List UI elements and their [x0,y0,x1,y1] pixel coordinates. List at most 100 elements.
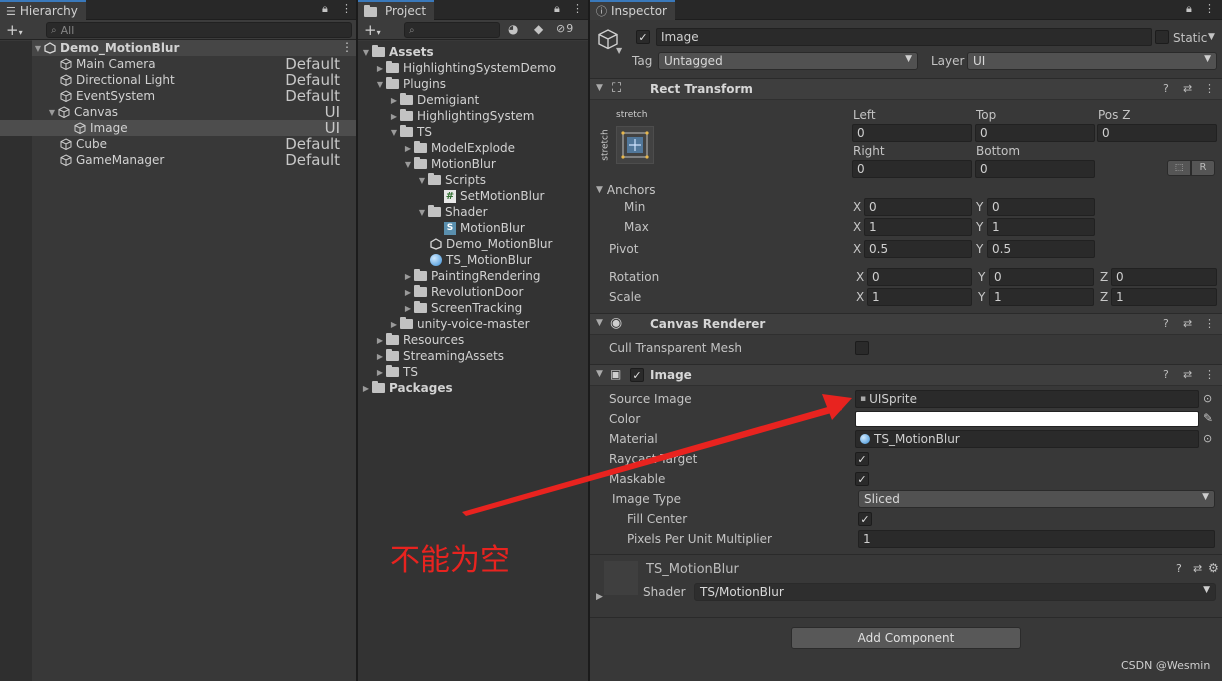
more-icon[interactable]: ⋮ [1204,2,1215,15]
help-icon[interactable]: ? [1163,82,1169,95]
context-menu-icon[interactable]: ⋮ [1204,82,1215,95]
rotation-x-field[interactable]: 0 [867,268,972,286]
raw-edit-button[interactable]: R [1191,160,1215,176]
collapse-icon[interactable]: ▶ [374,64,386,73]
anchor-min-y-field[interactable]: 0 [987,198,1095,216]
hierarchy-item-canvas[interactable]: ▼ Canvas [46,104,118,120]
anchor-presets-button[interactable] [616,126,654,164]
material-field[interactable]: TS_MotionBlur [855,430,1199,448]
right-field[interactable]: 0 [852,160,972,178]
scene-row[interactable]: ▼ Demo_MotionBlur [32,40,179,56]
tree-item-demo-motionblur-scene[interactable]: Demo_MotionBlur [430,236,552,252]
filter-type-icon[interactable]: ◕ [508,22,518,36]
label-icon[interactable]: ◆ [534,22,543,36]
tree-item-paintingrendering[interactable]: ▶ PaintingRendering [402,268,541,284]
foldout-icon[interactable]: ▼ [596,369,603,379]
cull-transparent-toggle[interactable] [855,341,869,355]
expand-icon[interactable]: ▼ [32,44,44,53]
expand-icon[interactable]: ▼ [416,208,428,217]
collapse-icon[interactable]: ▶ [402,144,414,153]
shader-dropdown[interactable]: TS/MotionBlur ▼ [694,583,1216,601]
scale-z-field[interactable]: 1 [1111,288,1217,306]
collapse-icon[interactable]: ▶ [388,96,400,105]
object-name-field[interactable]: Image [656,28,1152,46]
tree-item-highlightingsystemdemo[interactable]: ▶ HighlightingSystemDemo [374,60,556,76]
tab-inspector[interactable]: ⓘ Inspector [590,0,675,20]
lock-icon[interactable]: 🔒︎ [554,2,560,16]
raycast-target-toggle[interactable]: ✓ [855,452,869,466]
hierarchy-item-image[interactable]: Image [74,120,128,136]
tree-item-scripts[interactable]: ▼ Scripts [416,172,486,188]
presets-icon[interactable]: ⇄ [1183,368,1192,381]
tree-item-setmotionblur[interactable]: # SetMotionBlur [444,188,545,204]
expand-icon[interactable]: ▼ [360,48,372,57]
tree-item-packages[interactable]: ▶ Packages [360,380,453,396]
tab-project[interactable]: Project [358,0,435,20]
image-component-header[interactable]: ▼ ▣ ✓ Image ? ⇄ ⋮ [590,364,1222,386]
tree-item-screentracking[interactable]: ▶ ScreenTracking [402,300,522,316]
hierarchy-item-directional-light[interactable]: Directional Light [60,72,175,88]
tree-item-shader-folder[interactable]: ▼ Shader [416,204,488,220]
collapse-icon[interactable]: ▶ [402,288,414,297]
top-field[interactable]: 0 [975,124,1095,142]
tree-item-streamingassets[interactable]: ▶ StreamingAssets [374,348,504,364]
anchors-foldout[interactable]: ▼ Anchors [596,181,655,199]
tree-item-demigiant[interactable]: ▶ Demigiant [388,92,479,108]
tab-hierarchy[interactable]: ☰ Hierarchy [0,0,86,20]
bottom-field[interactable]: 0 [975,160,1095,178]
rotation-y-field[interactable]: 0 [989,268,1094,286]
settings-gear-icon[interactable]: ⚙ [1208,561,1219,575]
collapse-icon[interactable]: ▶ [402,272,414,281]
static-toggle[interactable] [1155,30,1169,44]
hierarchy-item-cube[interactable]: Cube [60,136,107,152]
expand-icon[interactable]: ▼ [402,160,414,169]
image-enabled-toggle[interactable]: ✓ [630,368,644,382]
hierarchy-search-input[interactable]: ⌕ All [46,22,352,38]
context-menu-icon[interactable]: ⋮ [1204,317,1215,330]
color-swatch[interactable] [855,411,1199,427]
source-image-field[interactable]: ▪ UISprite [855,390,1199,408]
tree-item-ts-motionblur-material[interactable]: TS_MotionBlur [430,252,532,268]
collapse-icon[interactable]: ▶ [360,384,372,393]
foldout-icon[interactable]: ▶ [596,592,603,602]
collapse-icon[interactable]: ▶ [402,304,414,313]
tree-item-plugins[interactable]: ▼ Plugins [374,76,446,92]
active-toggle[interactable]: ✓ [636,30,650,44]
tree-item-resources[interactable]: ▶ Resources [374,332,464,348]
icon-dropdown-arrow[interactable]: ▼ [616,46,622,55]
help-icon[interactable]: ? [1163,368,1169,381]
rect-transform-header[interactable]: ▼ ⛶ Rect Transform ? ⇄ ⋮ [590,78,1222,100]
foldout-icon[interactable]: ▼ [596,83,603,93]
collapse-icon[interactable]: ▶ [388,112,400,121]
scale-y-field[interactable]: 1 [989,288,1094,306]
tag-dropdown[interactable]: Untagged ▼ [658,52,918,70]
layer-dropdown[interactable]: UI ▼ [967,52,1217,70]
canvas-renderer-header[interactable]: ▼ ◉ Canvas Renderer ? ⇄ ⋮ [590,313,1222,335]
ppu-multiplier-field[interactable]: 1 [858,530,1215,548]
rotation-z-field[interactable]: 0 [1111,268,1217,286]
object-picker-icon[interactable]: ⊙ [1203,392,1212,405]
collapse-icon[interactable]: ▶ [374,336,386,345]
project-search-input[interactable]: ⌕ [404,22,500,38]
add-icon[interactable]: +▾ [364,21,381,39]
collapse-icon[interactable]: ▶ [374,368,386,377]
hierarchy-item-main-camera[interactable]: Main Camera [60,56,156,72]
expand-icon[interactable]: ▼ [374,80,386,89]
context-menu-icon[interactable]: ⋮ [1204,368,1215,381]
anchor-max-y-field[interactable]: 1 [987,218,1095,236]
tree-item-assets[interactable]: ▼ Assets [360,44,434,60]
maskable-toggle[interactable]: ✓ [855,472,869,486]
tree-item-motionblur-shader[interactable]: S MotionBlur [444,220,525,236]
foldout-icon[interactable]: ▼ [596,318,603,328]
tree-item-modelexplode[interactable]: ▶ ModelExplode [402,140,515,156]
more-icon[interactable]: ⋮ [572,2,583,15]
pivot-x-field[interactable]: 0.5 [864,240,972,258]
presets-icon[interactable]: ⇄ [1183,82,1192,95]
fill-center-toggle[interactable]: ✓ [858,512,872,526]
add-icon[interactable]: +▾ [6,21,23,39]
static-dropdown-icon[interactable]: ▼ [1208,32,1215,42]
tree-item-motionblur-folder[interactable]: ▼ MotionBlur [402,156,496,172]
anchor-max-x-field[interactable]: 1 [864,218,972,236]
scene-menu-icon[interactable]: ⋮ [341,40,353,54]
blueprint-mode-button[interactable]: ⬚ [1167,160,1191,176]
